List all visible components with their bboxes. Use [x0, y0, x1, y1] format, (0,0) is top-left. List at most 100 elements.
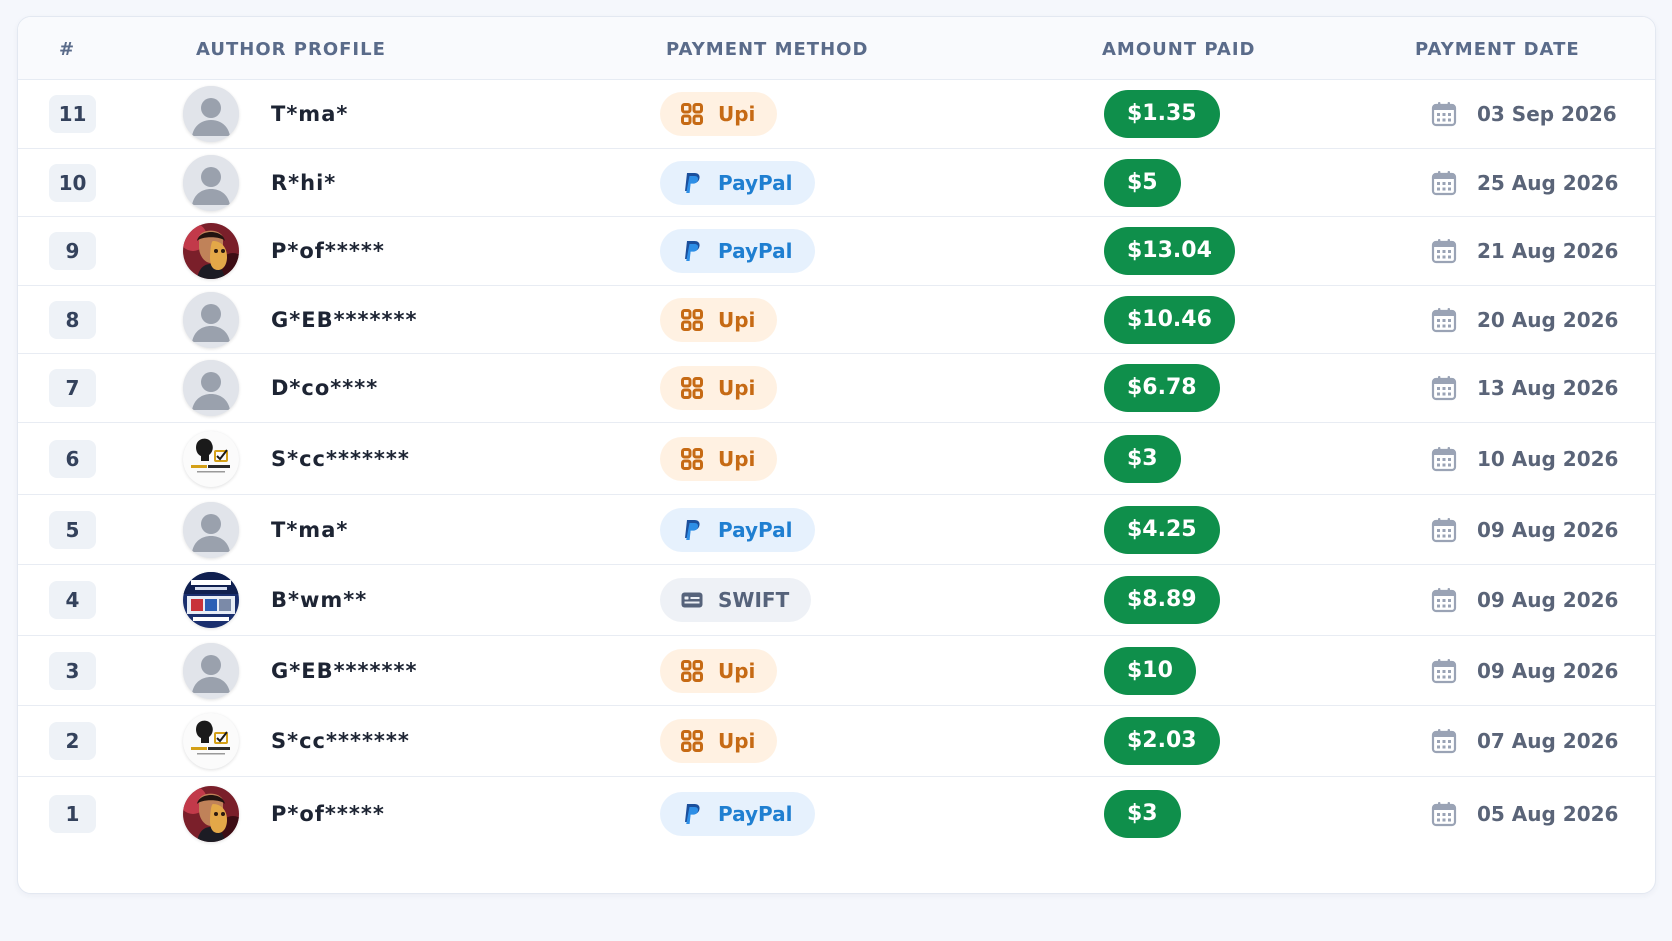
table-row: 3 G*EB******* Upi $10 09 Aug 2026: [18, 636, 1655, 706]
amount-badge: $1.35: [1104, 90, 1220, 138]
payment-method-label: SWIFT: [718, 588, 790, 612]
calendar-icon: [1431, 101, 1457, 127]
date-cell: 21 Aug 2026: [1431, 237, 1618, 265]
amount-cell: $4.25: [1086, 495, 1296, 564]
payment-method-badge: Upi: [660, 648, 778, 693]
author-name: P*of*****: [271, 239, 385, 263]
payment-method-label: PayPal: [718, 517, 793, 542]
date-cell: 09 Aug 2026: [1431, 516, 1618, 544]
author-name: S*cc*******: [271, 729, 410, 753]
upi-grid-icon: [680, 729, 704, 753]
table-row: 5 T*ma* PayPal $4.25 09 Aug 2026: [18, 495, 1655, 565]
calendar-icon: [1431, 170, 1457, 196]
upi-grid-icon: [680, 659, 704, 683]
calendar-icon: [1431, 728, 1457, 754]
header-number: #: [59, 39, 76, 60]
author-avatar: [183, 86, 239, 142]
amount-cell: $3: [1086, 777, 1296, 851]
row-number: 2: [49, 722, 96, 760]
header-amount-paid: AMOUNT PAID: [1102, 39, 1256, 60]
upi-grid-icon: [680, 447, 704, 471]
amount-cell: $10: [1086, 636, 1296, 705]
row-number: 8: [49, 300, 96, 339]
payment-date: 09 Aug 2026: [1477, 658, 1619, 683]
amount-badge: $13.04: [1104, 227, 1235, 275]
author-name: G*EB*******: [271, 658, 418, 683]
payment-method-label: Upi: [718, 729, 756, 753]
payment-method-badge: Upi: [660, 436, 778, 481]
row-number: 3: [49, 651, 96, 690]
table-row: 8 G*EB******* Upi $10.46 20 Aug 2026: [18, 286, 1655, 354]
row-number: 11: [49, 95, 96, 133]
amount-cell: $2.03: [1086, 706, 1296, 776]
author-name: D*co****: [271, 376, 379, 400]
calendar-icon: [1431, 658, 1457, 684]
date-cell: 09 Aug 2026: [1431, 657, 1618, 685]
amount-badge: $3: [1104, 434, 1181, 483]
payment-method-label: PayPal: [718, 802, 793, 826]
row-number: 5: [49, 510, 96, 549]
payment-date: 07 Aug 2026: [1477, 729, 1619, 753]
table-row: 10 R*hi* PayPal $5 25 Aug 2026: [18, 149, 1655, 217]
date-cell: 25 Aug 2026: [1431, 169, 1618, 197]
payment-date: 09 Aug 2026: [1477, 588, 1619, 612]
amount-badge: $5: [1104, 158, 1181, 207]
author-name: R*hi*: [271, 170, 337, 195]
amount-cell: $6.78: [1086, 354, 1296, 422]
payment-method-label: Upi: [718, 307, 756, 332]
amount-badge: $4.25: [1104, 505, 1220, 554]
amount-cell: $8.89: [1086, 565, 1296, 635]
amount-cell: $3: [1086, 423, 1296, 494]
author-name: G*EB*******: [271, 307, 418, 332]
bank-card-icon: [680, 588, 704, 612]
payment-method-badge: PayPal: [660, 229, 815, 273]
date-cell: 13 Aug 2026: [1431, 374, 1618, 402]
date-cell: 03 Sep 2026: [1431, 100, 1617, 128]
amount-badge: $10: [1104, 646, 1196, 695]
paypal-icon: [680, 518, 704, 542]
date-cell: 09 Aug 2026: [1431, 586, 1618, 614]
payment-method-badge: Upi: [660, 366, 778, 410]
calendar-icon: [1431, 238, 1457, 264]
author-avatar: [183, 786, 239, 842]
table-body: 11 T*ma* Upi $1.35 03 Sep 2026 10 R*hi* PayPal $…: [18, 80, 1655, 851]
payment-date: 21 Aug 2026: [1477, 239, 1619, 263]
payment-date: 25 Aug 2026: [1477, 170, 1619, 195]
author-avatar: [183, 501, 239, 558]
payment-date: 05 Aug 2026: [1477, 802, 1619, 826]
author-avatar: [183, 572, 239, 628]
payment-method-badge: PayPal: [660, 160, 815, 205]
amount-badge: $3: [1104, 790, 1181, 838]
calendar-icon: [1431, 801, 1457, 827]
table-header: # AUTHOR PROFILE PAYMENT METHOD AMOUNT P…: [18, 17, 1655, 80]
payment-method-badge: SWIFT: [660, 578, 812, 622]
amount-badge: $2.03: [1104, 717, 1220, 765]
payments-table: # AUTHOR PROFILE PAYMENT METHOD AMOUNT P…: [17, 16, 1656, 894]
amount-badge: $8.89: [1104, 576, 1220, 624]
upi-grid-icon: [680, 376, 704, 400]
header-payment-date: PAYMENT DATE: [1415, 39, 1580, 60]
author-avatar: [183, 223, 239, 279]
date-cell: 05 Aug 2026: [1431, 800, 1618, 828]
payment-date: 13 Aug 2026: [1477, 376, 1619, 400]
row-number: 1: [49, 795, 96, 833]
author-avatar: [183, 360, 239, 416]
author-avatar: [183, 154, 239, 211]
author-avatar: [183, 642, 239, 699]
table-row: 2 S*cc******* Upi $2.03 07 Aug 2026: [18, 706, 1655, 777]
author-name: T*ma*: [271, 102, 349, 126]
author-name: T*ma*: [271, 517, 349, 542]
table-row: 1 P*of***** PayPal $3 05 Aug 2026: [18, 777, 1655, 851]
upi-grid-icon: [680, 102, 704, 126]
paypal-icon: [680, 239, 704, 263]
header-payment-method: PAYMENT METHOD: [666, 39, 869, 60]
row-number: 10: [49, 163, 96, 202]
paypal-icon: [680, 802, 704, 826]
table-row: 6 S*cc******* Upi $3 10 Aug 2026: [18, 423, 1655, 495]
author-avatar: [183, 430, 239, 487]
payment-method-label: Upi: [718, 102, 756, 126]
amount-cell: $1.35: [1086, 80, 1296, 148]
payment-method-label: Upi: [718, 658, 756, 683]
amount-cell: $10.46: [1086, 286, 1296, 353]
author-avatar: [183, 291, 239, 348]
